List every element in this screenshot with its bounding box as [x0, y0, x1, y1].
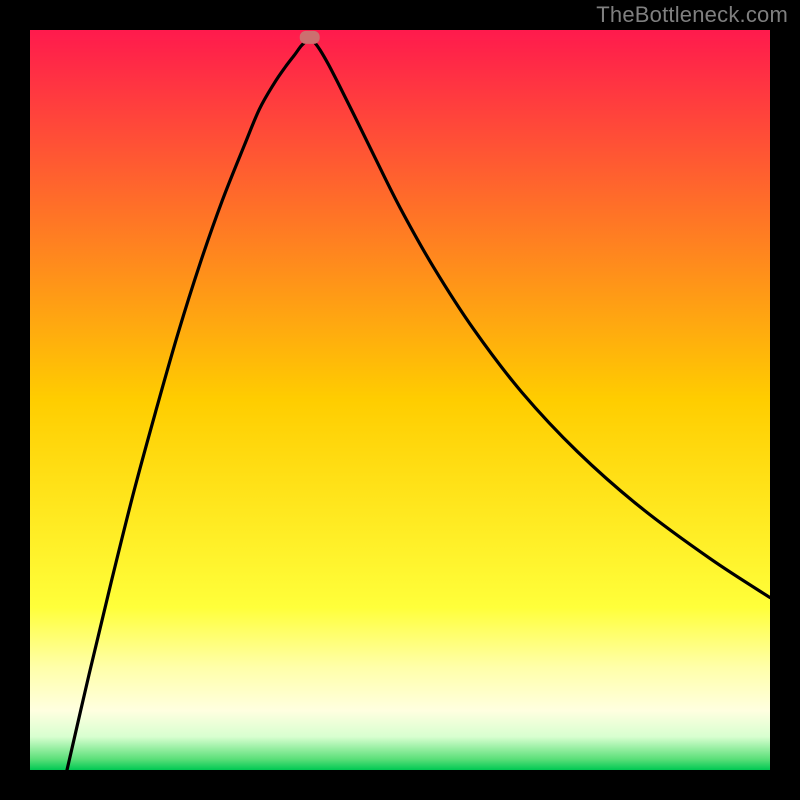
outer-frame: TheBottleneck.com: [0, 0, 800, 800]
plot-background: [30, 30, 770, 770]
optimum-marker: [300, 31, 320, 44]
bottleneck-chart: [0, 0, 800, 800]
